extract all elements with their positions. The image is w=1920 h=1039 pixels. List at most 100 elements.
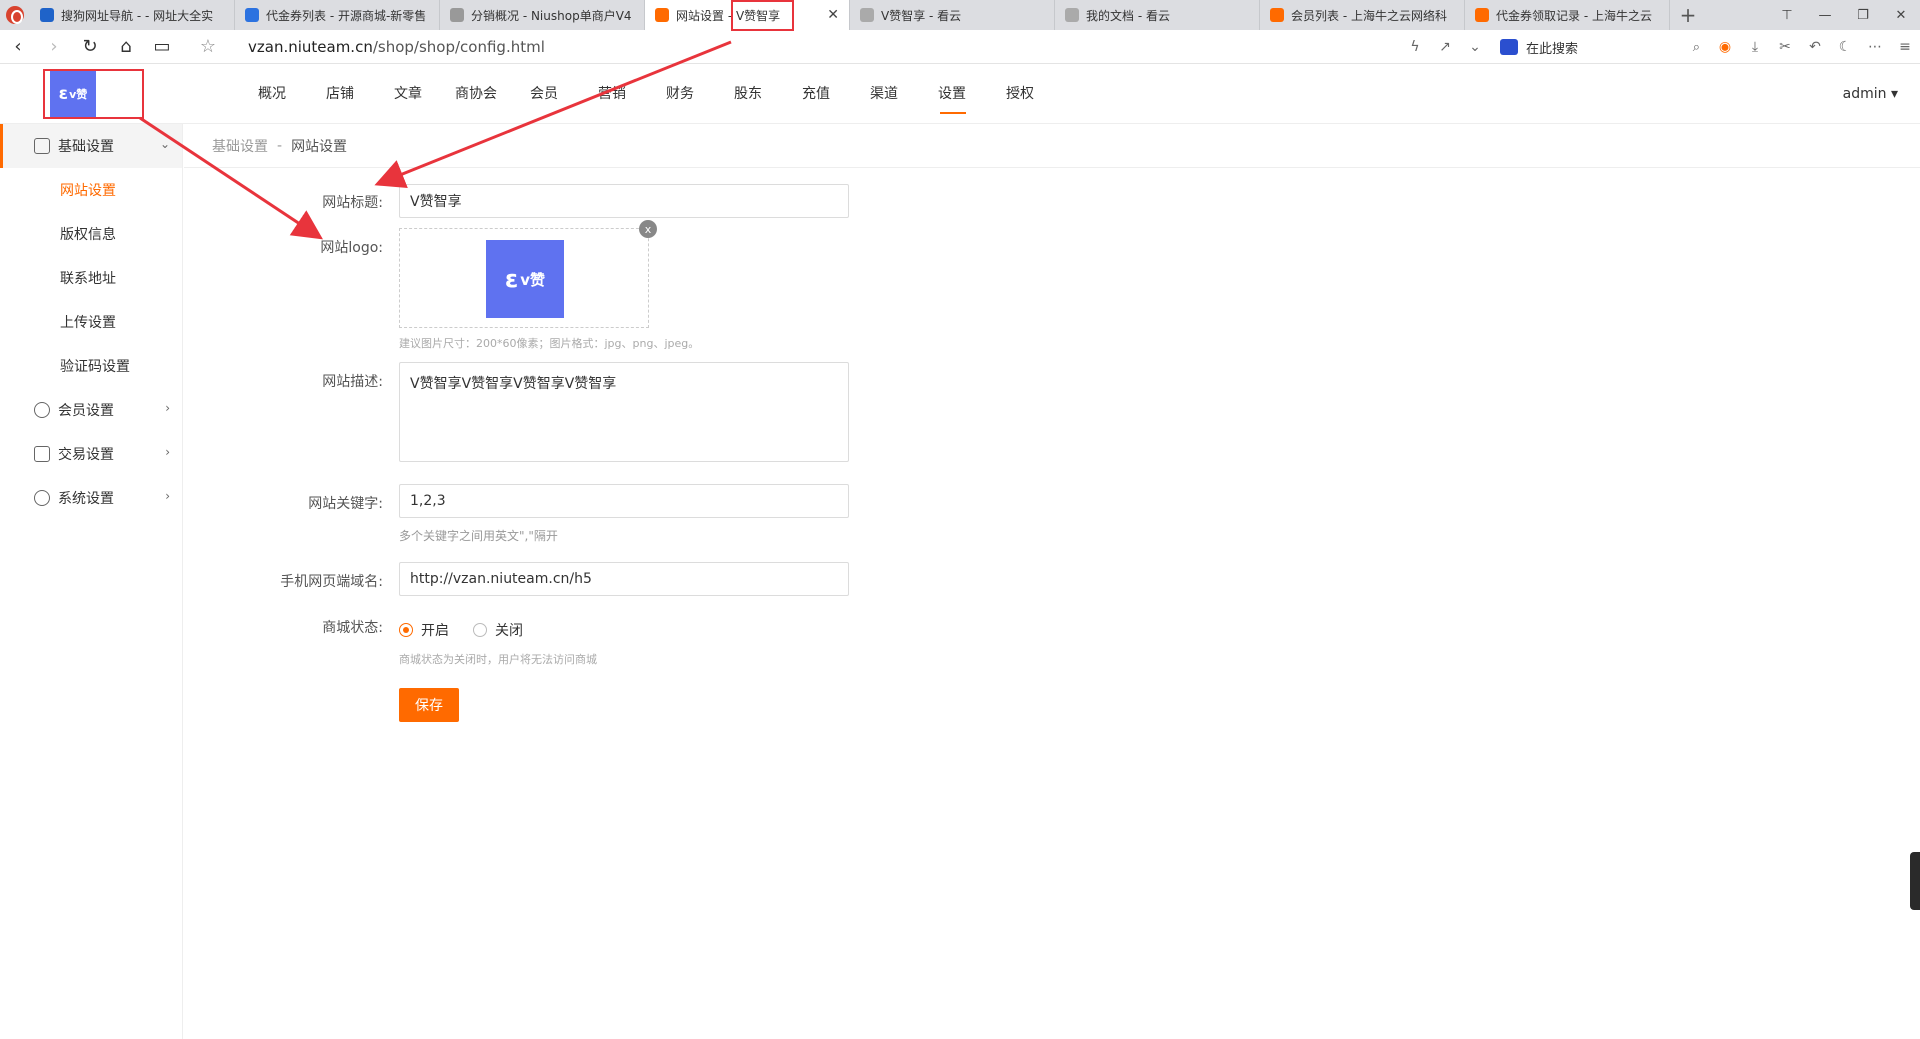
tab-favicon-icon <box>1270 8 1284 22</box>
browser-tab[interactable]: 搜狗网址导航 - - 网址大全实 <box>30 0 235 30</box>
chevron-down-icon: ⌄ <box>159 137 170 151</box>
sidebar-group-members[interactable]: 会员设置 › <box>0 388 182 432</box>
url-field[interactable]: vzan.niuteam.cn/shop/shop/config.html <box>248 38 545 56</box>
share-icon[interactable]: ↗ <box>1430 39 1460 55</box>
close-window-icon[interactable]: ✕ <box>1882 0 1920 30</box>
floating-side-widget[interactable] <box>1910 852 1920 910</box>
tab-favicon-icon <box>860 8 874 22</box>
sidebar-item-captcha[interactable]: 验证码设置 <box>0 344 182 388</box>
top-nav: 概况 店铺 文章 商协会 会员 营销 财务 股东 充值 渠道 设置 授权 <box>238 64 1054 124</box>
browser-tab-strip: 搜狗网址导航 - - 网址大全实 代金券列表 - 开源商城-新零售 分销概况 -… <box>0 0 1920 30</box>
user-menu[interactable]: admin ▾ <box>1843 64 1898 124</box>
tab-favicon-icon <box>450 8 464 22</box>
save-button[interactable]: 保存 <box>399 688 459 722</box>
sidebar-item-contact[interactable]: 联系地址 <box>0 256 182 300</box>
shirt-icon[interactable]: ⊤ <box>1768 0 1806 30</box>
sidebar-item-website[interactable]: 网站设置 <box>0 168 182 212</box>
game-icon[interactable]: ◉ <box>1710 39 1740 55</box>
sidebar-item-upload[interactable]: 上传设置 <box>0 300 182 344</box>
close-tab-icon[interactable]: ✕ <box>827 7 839 23</box>
tab-favicon-icon <box>1065 8 1079 22</box>
keywords-label: 网站关键字: <box>308 496 383 512</box>
description-label: 网站描述: <box>322 374 383 390</box>
settings-icon <box>34 138 50 154</box>
sidebar-group-system[interactable]: 系统设置 › <box>0 476 182 520</box>
annotation-box-logo <box>43 69 144 119</box>
sidebar-group-basic[interactable]: 基础设置 ⌄ <box>0 124 182 168</box>
nav-store[interactable]: 店铺 <box>306 64 374 124</box>
remove-logo-icon[interactable]: x <box>639 220 657 238</box>
forward-icon[interactable]: › <box>36 30 72 64</box>
status-radio-group: 开启 关闭 <box>399 620 547 640</box>
browser-tab[interactable]: V赞智享 - 看云 <box>850 0 1055 30</box>
nav-recharge[interactable]: 充值 <box>782 64 850 124</box>
sidebar-item-copyright[interactable]: 版权信息 <box>0 212 182 256</box>
status-label: 商城状态: <box>322 620 383 636</box>
nav-articles[interactable]: 文章 <box>374 64 442 124</box>
logo-hint: 建议图片尺寸：200*60像素；图片格式：jpg、png、jpeg。 <box>399 337 700 350</box>
search-engine-icon <box>1500 39 1518 55</box>
browser-logo-icon[interactable] <box>0 0 30 30</box>
breadcrumb-parent[interactable]: 基础设置 <box>212 136 268 156</box>
browser-tab[interactable]: 代金券列表 - 开源商城-新零售 <box>235 0 440 30</box>
domain-label: 手机网页端域名: <box>280 574 383 590</box>
browser-search-box[interactable]: 在此搜索 ⌕ <box>1500 35 1700 59</box>
search-icon[interactable]: ⌕ <box>1693 40 1700 55</box>
gear-icon <box>34 490 50 506</box>
lightning-icon[interactable]: ϟ <box>1400 39 1430 55</box>
home-icon[interactable]: ⌂ <box>108 30 144 64</box>
browser-tab[interactable]: 代金券领取记录 - 上海牛之云 <box>1465 0 1670 30</box>
status-hint: 商城状态为关闭时，用户将无法访问商城 <box>399 653 597 666</box>
download-icon[interactable]: ⤓ <box>1740 39 1770 55</box>
annotation-box-tab-title <box>731 0 794 31</box>
sidebar: 基础设置 ⌄ 网站设置 版权信息 联系地址 上传设置 验证码设置 会员设置 › … <box>0 124 183 1039</box>
status-open-radio[interactable]: 开启 <box>399 620 449 640</box>
nav-channels[interactable]: 渠道 <box>850 64 918 124</box>
chevron-down-icon[interactable]: ⌄ <box>1460 39 1490 55</box>
app-header: ε v赞 概况 店铺 文章 商协会 会员 营销 财务 股东 充值 渠道 设置 授权… <box>0 64 1920 124</box>
minimize-icon[interactable]: — <box>1806 0 1844 30</box>
tab-favicon-icon <box>245 8 259 22</box>
nav-finance[interactable]: 财务 <box>646 64 714 124</box>
site-keywords-input[interactable]: 1,2,3 <box>399 484 849 518</box>
nav-marketing[interactable]: 营销 <box>578 64 646 124</box>
chevron-right-icon: › <box>165 489 170 503</box>
reload-icon[interactable]: ↻ <box>72 30 108 64</box>
nav-members[interactable]: 会员 <box>510 64 578 124</box>
nav-shareholders[interactable]: 股东 <box>714 64 782 124</box>
restore-icon[interactable]: ❐ <box>1844 0 1882 30</box>
menu-icon[interactable]: ≡ <box>1890 39 1920 55</box>
new-tab-button[interactable]: + <box>1670 0 1706 30</box>
site-title-input[interactable]: V赞智享 <box>399 184 849 218</box>
user-icon <box>34 402 50 418</box>
mobile-domain-input[interactable]: http://vzan.niuteam.cn/h5 <box>399 562 849 596</box>
tab-favicon-icon <box>1475 8 1489 22</box>
site-description-textarea[interactable]: V赞智享V赞智享V赞智享V赞智享 <box>399 362 849 462</box>
status-closed-radio[interactable]: 关闭 <box>473 620 523 640</box>
browser-tab[interactable]: 会员列表 - 上海牛之云网络科 <box>1260 0 1465 30</box>
back-icon[interactable]: ‹ <box>0 30 36 64</box>
scissors-icon[interactable]: ✂ <box>1770 39 1800 55</box>
logo-label: 网站logo: <box>320 240 383 256</box>
logo-upload[interactable]: ε v赞 x <box>399 220 657 328</box>
nav-license[interactable]: 授权 <box>986 64 1054 124</box>
more-icon[interactable]: ⋯ <box>1860 39 1890 55</box>
address-bar: ‹ › ↻ ⌂ ▭ ☆ vzan.niuteam.cn/shop/shop/co… <box>0 30 1920 64</box>
breadcrumb: 基础设置 - 网站设置 <box>184 124 1920 168</box>
tab-favicon-icon <box>40 8 54 22</box>
sidebar-group-trade[interactable]: 交易设置 › <box>0 432 182 476</box>
undo-icon[interactable]: ↶ <box>1800 39 1830 55</box>
window-controls: ⊤ — ❐ ✕ <box>1768 0 1920 30</box>
keywords-hint: 多个关键字之间用英文","隔开 <box>399 529 558 543</box>
nav-chamber[interactable]: 商协会 <box>442 64 510 124</box>
logo-preview: ε v赞 <box>486 240 564 318</box>
moon-icon[interactable]: ☾ <box>1830 39 1860 55</box>
browser-tab[interactable]: 我的文档 - 看云 <box>1055 0 1260 30</box>
nav-overview[interactable]: 概况 <box>238 64 306 124</box>
breadcrumb-current: 网站设置 <box>291 138 348 155</box>
browser-tab[interactable]: 分销概况 - Niushop单商户V4 <box>440 0 645 30</box>
reader-icon[interactable]: ▭ <box>144 30 180 64</box>
chevron-right-icon: › <box>165 401 170 415</box>
bookmark-star-icon[interactable]: ☆ <box>190 30 226 64</box>
nav-settings[interactable]: 设置 <box>918 64 986 124</box>
